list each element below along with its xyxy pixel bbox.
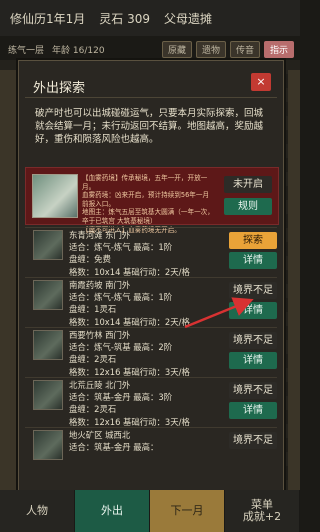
place-name: 南霞药坡 南门外 xyxy=(69,280,131,290)
spirit-stone-label: 灵石 309 xyxy=(99,11,151,26)
tag-2[interactable]: 遗物 xyxy=(195,40,226,58)
place-output: 盘缠：免费 xyxy=(69,254,111,265)
place-name: 东青河滩 东门外 xyxy=(69,230,131,240)
realm-insufficient-button[interactable]: 境界不足 xyxy=(229,382,277,399)
realm-insufficient-button[interactable]: 境界不足 xyxy=(229,332,277,349)
explore-button[interactable]: 探索 xyxy=(229,232,277,249)
place-terrain: 格数：12x16 基础行动：3天/格 xyxy=(69,366,190,377)
place-details: 东青河滩 东门外 适合：炼气-炼气 最高：1阶 盘缠：免费 格数：10x14 基… xyxy=(69,229,201,278)
bottom-navigation: 人物 外出 下一月 菜单 成就+2 xyxy=(0,490,300,532)
place-thumbnail xyxy=(33,330,63,360)
explore-modal: 外出探索 × 破产时也可以出城碰碰运气，只要本月实际探索，回城就会结算一月；未行… xyxy=(18,60,284,494)
nav-next-month[interactable]: 下一月 xyxy=(150,490,225,532)
tag-4[interactable]: 指示 xyxy=(263,40,294,58)
close-button[interactable]: × xyxy=(251,73,271,91)
place-name: 北荒丘陵 北门外 xyxy=(69,380,131,390)
detail-button[interactable]: 详情 xyxy=(229,352,277,369)
realm-label: 练气一层 xyxy=(8,45,45,56)
age-label: 年龄 16/120 xyxy=(52,45,105,56)
list-item: 东青河滩 东门外 适合：炼气-炼气 最高：1阶 盘缠：免费 格数：10x14 基… xyxy=(25,227,277,278)
tag-3[interactable]: 传音 xyxy=(229,40,260,58)
status-subbar: 练气一层 年龄 16/120 原藏 遗物 传音 指示 xyxy=(0,38,300,60)
featured-realm-card: 【血雾药境】传承秘境，五年一开，开放一月。 血雾药境：凶来开启，预计持续到56年… xyxy=(25,167,279,234)
quick-tags: 原藏 遗物 传音 指示 xyxy=(161,40,294,58)
place-thumbnail xyxy=(33,230,63,260)
place-details: 西要竹林 西门外 适合：炼气-筑基 最高：2阶 盘缠：2灵石 格数：12x16 … xyxy=(69,329,201,378)
featured-description: 【血雾药境】传承秘境，五年一开，开放一月。 血雾药境：凶来开启，预计持续到56年… xyxy=(82,174,214,234)
place-output: 盘缠：2灵石 xyxy=(69,404,117,415)
tag-1[interactable]: 原藏 xyxy=(161,40,192,58)
intro-text: 破产时也可以出城碰碰运气，只要本月实际探索，回城就会结算一月；未行动返回不结算。… xyxy=(35,108,264,145)
place-output: 盘缠：2灵石 xyxy=(69,354,117,365)
red-arrow-icon xyxy=(184,297,254,329)
divider xyxy=(25,97,277,98)
place-thumbnail xyxy=(33,380,63,410)
nav-menu[interactable]: 菜单 成就+2 xyxy=(225,490,300,532)
date-label: 修仙历1年1月 xyxy=(10,11,86,26)
place-suitable: 适合：筑基-金丹 最高：3阶 xyxy=(69,392,173,403)
list-item: 地火矿区 城西北 适合：筑基-金丹 最高： 境界不足 xyxy=(25,427,277,474)
featured-thumbnail xyxy=(32,174,78,218)
place-details: 北荒丘陵 北门外 适合：筑基-金丹 最高：3阶 盘缠：2灵石 格数：12x16 … xyxy=(69,379,201,428)
list-item: 西要竹林 西门外 适合：炼气-筑基 最高：2阶 盘缠：2灵石 格数：12x16 … xyxy=(25,327,277,378)
top-status-bar: 修仙历1年1月 灵石 309 父母遗摊 xyxy=(0,0,300,36)
place-suitable: 适合：筑基-金丹 最高： xyxy=(69,442,159,453)
place-name: 地火矿区 城西北 xyxy=(69,430,131,440)
featured-rules-button[interactable]: 规则 xyxy=(224,198,272,215)
place-terrain: 格数：12x16 基础行动：3天/格 xyxy=(69,416,190,427)
location-title: 父母遗摊 xyxy=(164,11,213,26)
nav-explore[interactable]: 外出 xyxy=(75,490,150,532)
list-item: 北荒丘陵 北门外 适合：筑基-金丹 最高：3阶 盘缠：2灵石 格数：12x16 … xyxy=(25,377,277,428)
detail-button[interactable]: 详情 xyxy=(229,402,277,419)
modal-title: 外出探索 xyxy=(33,81,86,96)
featured-status-button[interactable]: 未开启 xyxy=(224,176,272,193)
realm-insufficient-button[interactable]: 境界不足 xyxy=(229,432,277,449)
place-suitable: 适合：炼气-筑基 最高：2阶 xyxy=(69,342,173,353)
background-panel-right xyxy=(288,70,300,490)
nav-character[interactable]: 人物 xyxy=(0,490,75,532)
place-details: 地火矿区 城西北 适合：筑基-金丹 最高： xyxy=(69,429,201,453)
background-panel-left xyxy=(0,70,16,490)
place-thumbnail xyxy=(33,280,63,310)
place-terrain: 格数：10x14 基础行动：2天/格 xyxy=(69,266,190,277)
place-thumbnail xyxy=(33,430,63,460)
place-suitable: 适合：炼气-炼气 最高：1阶 xyxy=(69,242,173,253)
detail-button[interactable]: 详情 xyxy=(229,252,277,269)
